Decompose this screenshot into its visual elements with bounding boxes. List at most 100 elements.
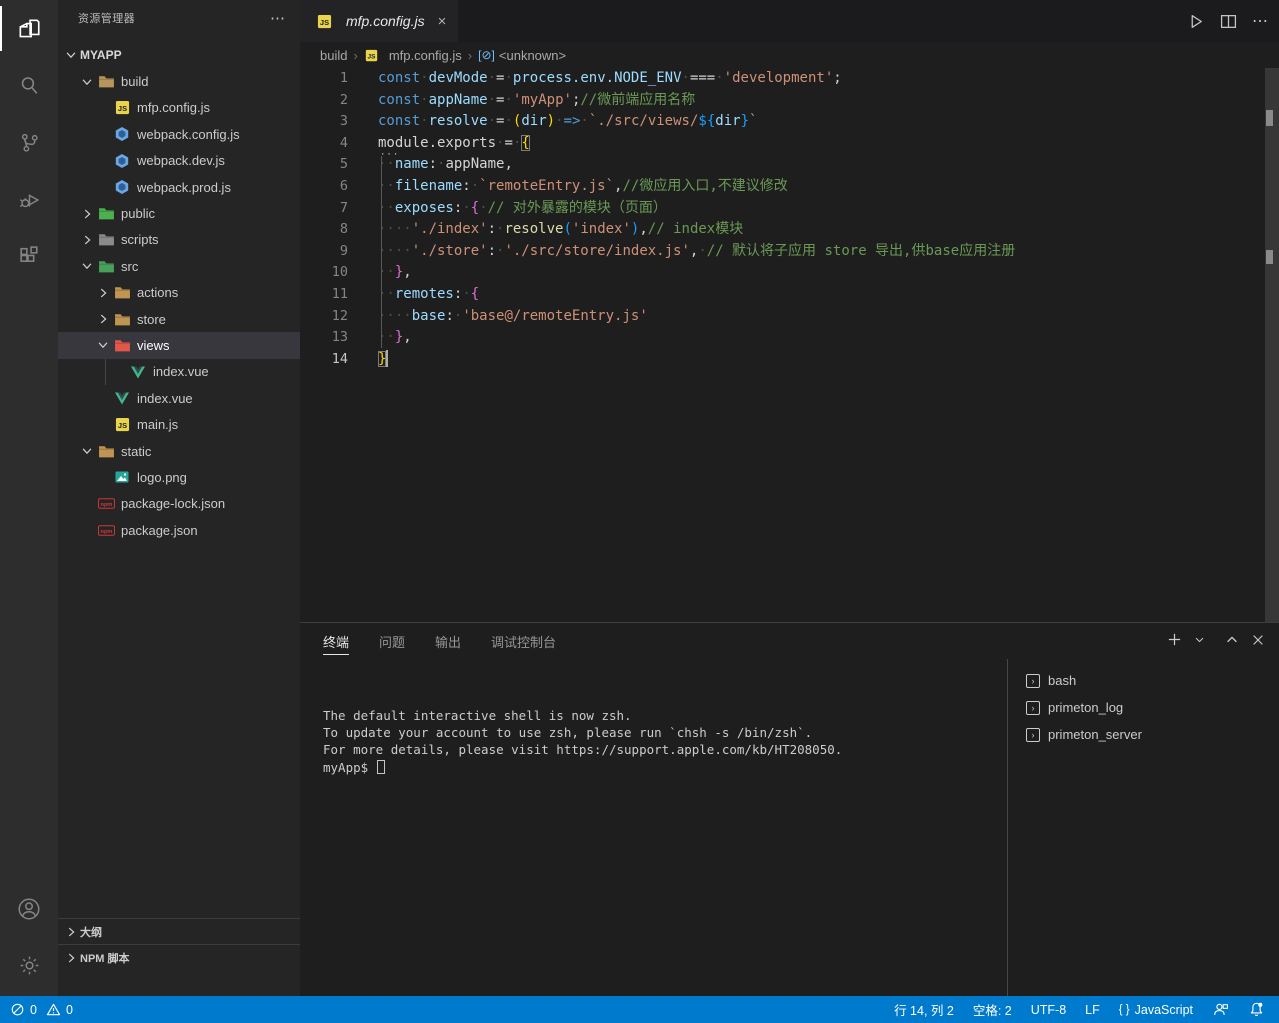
- error-icon: [10, 1002, 25, 1017]
- more-actions-icon[interactable]: ⋯: [270, 9, 286, 27]
- tree-item-myapp[interactable]: MYAPP: [58, 42, 300, 68]
- terminal-icon: ›: [1026, 728, 1040, 742]
- editor-scrollbar[interactable]: [1265, 68, 1279, 622]
- tree-item-package-lock-json[interactable]: npmpackage-lock.json: [58, 491, 300, 517]
- tab-label: mfp.config.js: [346, 13, 425, 29]
- code-line-3[interactable]: 3const·resolve·=·(dir)·=>·`./src/views/$…: [300, 111, 1279, 133]
- activitybar-extensions[interactable]: [0, 228, 58, 285]
- line-number: 2: [300, 90, 348, 112]
- tree-item-build[interactable]: build: [58, 68, 300, 94]
- tree-item-index-vue[interactable]: index.vue: [58, 359, 300, 385]
- maximize-panel-icon[interactable]: [1225, 633, 1239, 647]
- tree-item-views[interactable]: views: [58, 332, 300, 358]
- cursor-position-status[interactable]: 行 14, 列 2: [894, 1000, 954, 1019]
- sidebar-section-npm-scripts[interactable]: NPM 脚本: [58, 944, 300, 970]
- outline-section-label: 大纲: [80, 924, 102, 940]
- tree-item-label: logo.png: [137, 470, 187, 485]
- warning-icon: [46, 1002, 61, 1017]
- close-panel-icon[interactable]: [1251, 633, 1265, 647]
- tree-item-webpack-dev-js[interactable]: webpack.dev.js: [58, 148, 300, 174]
- breadcrumb-folder[interactable]: build: [320, 48, 347, 63]
- vue-icon: [128, 364, 148, 380]
- sidebar-section-outline[interactable]: 大纲: [58, 918, 300, 944]
- chevron-right-icon: [94, 311, 112, 327]
- run-icon[interactable]: [1188, 13, 1205, 30]
- terminal-icon: ›: [1026, 674, 1040, 688]
- code-editor[interactable]: 1const·devMode·=·process.env.NODE_ENV·==…: [300, 68, 1279, 622]
- activitybar-source-control[interactable]: [0, 114, 58, 171]
- eol-status[interactable]: LF: [1085, 1003, 1100, 1017]
- code-line-9[interactable]: 9····'./store':·'./src/store/index.js',·…: [300, 241, 1279, 263]
- terminal-output[interactable]: The default interactive shell is now zsh…: [323, 707, 842, 776]
- chevron-down-icon: [78, 258, 96, 274]
- tree-item-actions[interactable]: actions: [58, 280, 300, 306]
- file-tree: MYAPPbuildJSmfp.config.jswebpack.config.…: [58, 42, 300, 543]
- tree-item-webpack-config-js[interactable]: webpack.config.js: [58, 121, 300, 147]
- breadcrumb-symbol[interactable]: <unknown>: [499, 48, 566, 63]
- npm-icon: npm: [96, 522, 116, 538]
- panel-tab-bar: 终端问题输出调试控制台: [323, 623, 556, 659]
- tree-item-main-js[interactable]: JSmain.js: [58, 411, 300, 437]
- code-line-2[interactable]: 2const·appName·=·'myApp';//微前端应用名称: [300, 90, 1279, 112]
- more-actions-icon[interactable]: ⋯: [1252, 11, 1269, 31]
- tree-item-logo-png[interactable]: logo.png: [58, 464, 300, 490]
- tree-item-label: actions: [137, 285, 178, 300]
- code-line-7[interactable]: 7··exposes:·{·// 对外暴露的模块（页面）: [300, 198, 1279, 220]
- breadcrumb-file[interactable]: mfp.config.js: [389, 48, 462, 63]
- close-icon[interactable]: ×: [438, 13, 447, 30]
- activitybar-settings[interactable]: [0, 937, 58, 994]
- tree-item-static[interactable]: static: [58, 438, 300, 464]
- code-line-10[interactable]: 10··},: [300, 262, 1279, 284]
- panel-tab-2[interactable]: 输出: [435, 623, 461, 660]
- folder-icon: [112, 337, 132, 353]
- webpack-icon: [112, 153, 132, 169]
- chevron-down-icon: [94, 337, 112, 353]
- code-line-11[interactable]: 11··remotes:·{: [300, 284, 1279, 306]
- notifications-bell-icon[interactable]: [1248, 1001, 1265, 1018]
- code-line-13[interactable]: 13··},: [300, 327, 1279, 349]
- terminal-dropdown-icon[interactable]: [1194, 634, 1205, 645]
- split-editor-icon[interactable]: [1220, 13, 1237, 30]
- tree-item-mfp-config-js[interactable]: JSmfp.config.js: [58, 95, 300, 121]
- activitybar-account[interactable]: [0, 880, 58, 937]
- code-line-12[interactable]: 12····base:·'base@/remoteEntry.js': [300, 306, 1279, 328]
- code-line-5[interactable]: 5··name:·appName,: [300, 154, 1279, 176]
- new-terminal-icon[interactable]: [1167, 632, 1182, 647]
- tree-item-package-json[interactable]: npmpackage.json: [58, 517, 300, 543]
- line-number: 14: [300, 349, 348, 371]
- code-line-1[interactable]: 1const·devMode·=·process.env.NODE_ENV·==…: [300, 68, 1279, 90]
- line-number: 5: [300, 154, 348, 176]
- tree-item-index-vue[interactable]: index.vue: [58, 385, 300, 411]
- tab-mfp-config-js[interactable]: JS mfp.config.js ×: [300, 0, 458, 42]
- problems-status[interactable]: 0 0: [10, 1002, 73, 1017]
- activitybar-run-debug[interactable]: [0, 171, 58, 228]
- code-line-14[interactable]: 14}: [300, 349, 1279, 371]
- tree-item-webpack-prod-js[interactable]: webpack.prod.js: [58, 174, 300, 200]
- feedback-icon[interactable]: [1212, 1001, 1229, 1018]
- tree-item-label: webpack.dev.js: [137, 153, 225, 168]
- tree-item-public[interactable]: public: [58, 200, 300, 226]
- activitybar-explorer[interactable]: [0, 0, 58, 57]
- panel-tab-3[interactable]: 调试控制台: [491, 623, 556, 660]
- terminal-line: The default interactive shell is now zsh…: [323, 707, 842, 724]
- terminal-session-primeton_log[interactable]: ›primeton_log: [1008, 694, 1279, 721]
- code-line-6[interactable]: 6··filename:·`remoteEntry.js`,//微应用入口,不建…: [300, 176, 1279, 198]
- indentation-status[interactable]: 空格: 2: [973, 1000, 1012, 1019]
- tree-item-store[interactable]: store: [58, 306, 300, 332]
- chevron-right-icon: [62, 950, 80, 966]
- tree-item-src[interactable]: src: [58, 253, 300, 279]
- terminal-session-primeton_server[interactable]: ›primeton_server: [1008, 721, 1279, 748]
- terminal-session-bash[interactable]: ›bash: [1008, 667, 1279, 694]
- tree-item-scripts[interactable]: scripts: [58, 227, 300, 253]
- code-line-4[interactable]: 4module.exports·=·{···: [300, 133, 1279, 155]
- npm-scripts-section-label: NPM 脚本: [80, 950, 130, 966]
- encoding-status[interactable]: UTF-8: [1031, 1003, 1066, 1017]
- svg-text:JS: JS: [117, 104, 126, 113]
- line-number: 3: [300, 111, 348, 133]
- terminal-prompt: myApp$: [323, 759, 842, 776]
- panel-tab-0[interactable]: 终端: [323, 623, 349, 660]
- code-line-8[interactable]: 8····'./index':·resolve('index'),// inde…: [300, 219, 1279, 241]
- panel-tab-1[interactable]: 问题: [379, 623, 405, 660]
- language-status[interactable]: { } JavaScript: [1119, 1003, 1193, 1017]
- activitybar-search[interactable]: [0, 57, 58, 114]
